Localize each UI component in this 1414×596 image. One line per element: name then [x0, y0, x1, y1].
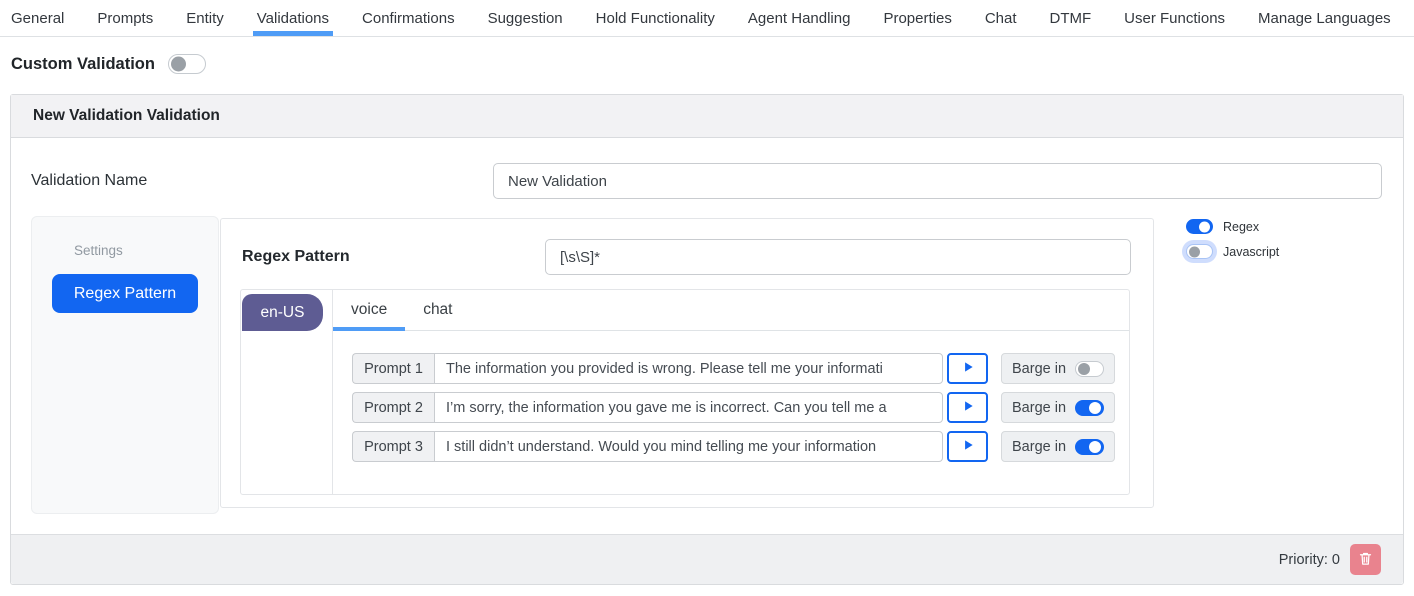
toggle-knob — [1189, 246, 1200, 257]
prompt-3-label: Prompt 3 — [352, 431, 434, 462]
delete-validation-button[interactable] — [1350, 544, 1381, 575]
play-icon — [961, 399, 975, 416]
play-icon — [961, 360, 975, 377]
tab-voice[interactable]: voice — [333, 290, 405, 330]
regex-toggle-row: Regex — [1186, 219, 1279, 234]
prompt-3-input[interactable] — [434, 431, 943, 462]
regex-toggle[interactable] — [1186, 219, 1213, 234]
barge-in-toggle-3[interactable] — [1075, 439, 1104, 455]
tab-hold-functionality[interactable]: Hold Functionality — [596, 0, 715, 36]
tab-confirmations[interactable]: Confirmations — [362, 0, 455, 36]
panel-header: New Validation Validation — [11, 95, 1403, 138]
toggle-knob — [171, 57, 186, 72]
language-tab-column: en-US — [241, 290, 333, 331]
tab-user-functions[interactable]: User Functions — [1124, 0, 1225, 36]
top-tab-bar: General Prompts Entity Validations Confi… — [0, 0, 1414, 37]
prompts-card: en-US voice chat Prompt 1 Barg — [240, 289, 1130, 495]
play-prompt-1-button[interactable] — [947, 353, 988, 384]
validation-name-row: Validation Name — [31, 163, 1382, 199]
prompts-list: Prompt 1 Barge in Prompt 2 — [333, 331, 1129, 494]
toggle-knob — [1199, 221, 1210, 232]
language-column-spacer — [241, 331, 333, 494]
prompt-row-2: Prompt 2 Barge in — [352, 392, 1129, 423]
priority-label: Priority: 0 — [1279, 552, 1340, 568]
barge-in-group-2: Barge in — [1001, 392, 1115, 423]
prompt-2-label: Prompt 2 — [352, 392, 434, 423]
barge-in-toggle-1[interactable] — [1075, 361, 1104, 377]
play-prompt-3-button[interactable] — [947, 431, 988, 462]
prompt-1-label: Prompt 1 — [352, 353, 434, 384]
settings-title: Settings — [74, 243, 218, 258]
tab-properties[interactable]: Properties — [883, 0, 951, 36]
channel-tab-bar: voice chat — [333, 290, 1129, 331]
settings-sidebar: Settings Regex Pattern — [31, 216, 219, 514]
regex-settings-card: Regex Pattern en-US voice chat Prompt 1 — [220, 218, 1154, 508]
tab-chat-channel[interactable]: chat — [405, 290, 470, 330]
panel-footer: Priority: 0 — [11, 534, 1403, 584]
regex-pattern-label: Regex Pattern — [242, 248, 350, 266]
javascript-toggle-row: Javascript — [1186, 244, 1279, 259]
prompt-row-3: Prompt 3 Barge in — [352, 431, 1129, 462]
barge-in-group-1: Barge in — [1001, 353, 1115, 384]
tab-chat[interactable]: Chat — [985, 0, 1017, 36]
tab-dtmf[interactable]: DTMF — [1050, 0, 1092, 36]
validation-type-toggles: Regex Javascript — [1186, 219, 1279, 259]
tab-prompts[interactable]: Prompts — [97, 0, 153, 36]
barge-in-label: Barge in — [1012, 439, 1066, 455]
toggle-knob — [1089, 441, 1101, 453]
custom-validation-label: Custom Validation — [11, 55, 155, 74]
custom-validation-row: Custom Validation — [11, 54, 1414, 74]
toggle-knob — [1078, 363, 1090, 375]
prompt-1-input[interactable] — [434, 353, 943, 384]
regex-pattern-input[interactable] — [545, 239, 1131, 275]
custom-validation-toggle[interactable] — [168, 54, 206, 74]
barge-in-label: Barge in — [1012, 361, 1066, 377]
panel-body: Validation Name Settings Regex Pattern R… — [11, 138, 1403, 534]
tab-suggestion[interactable]: Suggestion — [488, 0, 563, 36]
tab-agent-handling[interactable]: Agent Handling — [748, 0, 851, 36]
panel-title: New Validation Validation — [33, 107, 220, 125]
play-icon — [961, 438, 975, 455]
barge-in-label: Barge in — [1012, 400, 1066, 416]
javascript-toggle-label: Javascript — [1223, 245, 1279, 259]
trash-icon — [1358, 551, 1373, 569]
validation-panel: New Validation Validation Validation Nam… — [10, 94, 1404, 585]
sidebar-item-regex-pattern[interactable]: Regex Pattern — [52, 274, 198, 313]
prompt-2-input[interactable] — [434, 392, 943, 423]
prompt-row-1: Prompt 1 Barge in — [352, 353, 1129, 384]
play-prompt-2-button[interactable] — [947, 392, 988, 423]
tab-entity[interactable]: Entity — [186, 0, 224, 36]
toggle-knob — [1089, 402, 1101, 414]
validation-name-label: Validation Name — [31, 172, 147, 190]
language-tab-en-us[interactable]: en-US — [242, 294, 323, 331]
regex-pattern-row: Regex Pattern — [242, 239, 1131, 275]
validation-name-input[interactable] — [493, 163, 1382, 199]
javascript-toggle[interactable] — [1186, 244, 1213, 259]
barge-in-toggle-2[interactable] — [1075, 400, 1104, 416]
tab-manage-languages[interactable]: Manage Languages — [1258, 0, 1391, 36]
barge-in-group-3: Barge in — [1001, 431, 1115, 462]
regex-toggle-label: Regex — [1223, 220, 1259, 234]
tab-general[interactable]: General — [11, 0, 64, 36]
tab-validations[interactable]: Validations — [257, 0, 329, 36]
